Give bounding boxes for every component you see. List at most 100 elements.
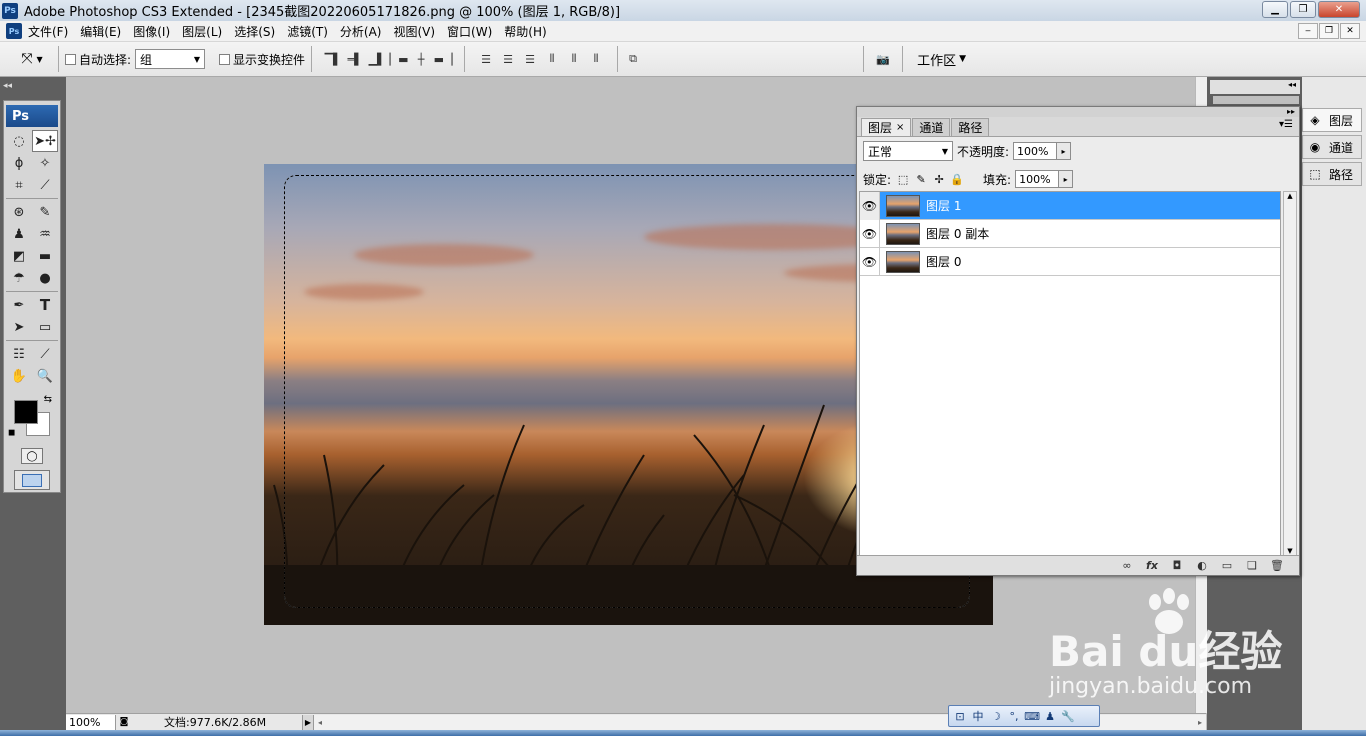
distribute-right-icon[interactable]: ⦀: [587, 50, 605, 68]
hand-tool-icon[interactable]: ✋: [6, 365, 32, 387]
bridge-icon[interactable]: 📷: [870, 50, 896, 68]
add-mask-icon[interactable]: ◘: [1169, 559, 1185, 573]
blend-mode-dropdown[interactable]: 正常 ▼: [863, 141, 953, 161]
zoom-field[interactable]: 100%: [66, 714, 116, 730]
crop-tool-icon[interactable]: ⌗: [6, 174, 32, 196]
gradient-tool-icon[interactable]: ▬: [32, 245, 58, 267]
new-group-icon[interactable]: ▭: [1219, 559, 1235, 573]
doc-minimize-button[interactable]: ‒: [1298, 23, 1318, 39]
distribute-top-icon[interactable]: ☰: [477, 50, 495, 68]
brush-tool-icon[interactable]: ✎: [32, 201, 58, 223]
ime-keyboard-icon[interactable]: ⌨: [1024, 708, 1040, 724]
dock-layers-button[interactable]: ◈ 图层: [1302, 108, 1362, 132]
quick-mask-icon[interactable]: ◯: [21, 448, 43, 464]
menu-image[interactable]: 图像(I): [127, 23, 176, 40]
distribute-left-icon[interactable]: ⦀: [543, 50, 561, 68]
slice-tool-icon[interactable]: ⟋: [32, 174, 58, 196]
path-select-icon[interactable]: ➤: [6, 316, 32, 338]
menu-file[interactable]: 文件(F): [22, 23, 74, 40]
scroll-right-icon[interactable]: ▸: [1198, 718, 1202, 727]
lasso-tool-icon[interactable]: ϕ: [6, 152, 32, 174]
lock-transparent-icon[interactable]: ⬚: [897, 173, 909, 186]
checkbox-box[interactable]: [219, 53, 231, 65]
align-bottom-icon[interactable]: ▁▌: [368, 50, 386, 68]
eraser-tool-icon[interactable]: ◩: [6, 245, 32, 267]
align-top-icon[interactable]: ▔▌: [324, 50, 342, 68]
menu-analysis[interactable]: 分析(A): [334, 23, 388, 40]
foreground-color[interactable]: [14, 400, 38, 424]
marquee-tool-icon[interactable]: ◌: [6, 130, 32, 152]
default-colors-icon[interactable]: ◼: [8, 428, 15, 438]
menu-select[interactable]: 选择(S): [228, 23, 281, 40]
status-bridge-icon[interactable]: ◙: [116, 715, 132, 730]
tab-paths[interactable]: 路径: [951, 118, 990, 136]
ime-tools-icon[interactable]: 🔧: [1061, 708, 1075, 724]
menu-window[interactable]: 窗口(W): [441, 23, 498, 40]
visibility-eye-icon[interactable]: 👁: [860, 219, 880, 248]
layer-style-icon[interactable]: fx: [1144, 559, 1160, 573]
layers-scrollbar[interactable]: ▲ ▼: [1283, 191, 1297, 556]
blur-tool-icon[interactable]: ☂: [6, 267, 32, 289]
layer-row[interactable]: 👁 图层 0 副本: [860, 219, 1280, 248]
doc-close-button[interactable]: ✕: [1340, 23, 1360, 39]
link-layers-icon[interactable]: ∞: [1119, 559, 1135, 573]
new-layer-icon[interactable]: ❏: [1244, 559, 1260, 573]
distribute-bottom-icon[interactable]: ☰: [521, 50, 539, 68]
menu-filter[interactable]: 滤镜(T): [281, 23, 334, 40]
scroll-down-icon[interactable]: ▼: [1287, 547, 1292, 555]
close-button[interactable]: ✕: [1318, 1, 1360, 18]
tab-layers[interactable]: 图层 ×: [861, 118, 912, 136]
ime-logo-icon[interactable]: ⊡: [953, 708, 967, 724]
align-hcenter-icon[interactable]: ┼: [412, 50, 430, 68]
layer-row[interactable]: 👁 图层 1: [860, 191, 1280, 220]
ime-language[interactable]: 中: [971, 708, 985, 724]
fill-slider-arrow-icon[interactable]: ▸: [1059, 170, 1074, 188]
menu-view[interactable]: 视图(V): [387, 23, 441, 40]
tab-channels[interactable]: 通道: [912, 118, 951, 136]
align-right-icon[interactable]: ▬▕: [434, 50, 453, 68]
menu-layer[interactable]: 图层(L): [176, 23, 228, 40]
ime-punct-icon[interactable]: °,: [1007, 708, 1021, 724]
document-icon[interactable]: Ps: [6, 23, 22, 39]
tool-preset-picker[interactable]: ⤧ ▼: [12, 45, 52, 73]
show-transform-checkbox[interactable]: 显示变换控件: [219, 51, 305, 68]
panel-collapse[interactable]: ▸▸: [857, 107, 1299, 117]
notes-tool-icon[interactable]: ☷: [6, 343, 32, 365]
checkbox-box[interactable]: [65, 53, 76, 65]
auto-select-checkbox[interactable]: 自动选择:: [65, 51, 131, 68]
toolbox-collapse[interactable]: ◂◂: [3, 81, 61, 95]
dock-paths-button[interactable]: ⬚ 路径: [1302, 162, 1362, 186]
maximize-button[interactable]: ❐: [1290, 1, 1316, 18]
delete-layer-icon[interactable]: 🗑: [1269, 559, 1285, 573]
auto-select-dropdown[interactable]: 组 ▼: [135, 49, 206, 69]
visibility-eye-icon[interactable]: 👁: [860, 191, 880, 220]
dock-channels-button[interactable]: ◉ 通道: [1302, 135, 1362, 159]
visibility-eye-icon[interactable]: 👁: [860, 247, 880, 276]
menu-edit[interactable]: 编辑(E): [74, 23, 127, 40]
spot-healing-icon[interactable]: ⊛: [6, 201, 32, 223]
lock-pixels-icon[interactable]: ✎: [915, 173, 927, 186]
move-tool-icon[interactable]: ➤✢: [32, 130, 58, 152]
adjustment-layer-icon[interactable]: ◐: [1194, 559, 1210, 573]
scroll-up-icon[interactable]: ▲: [1287, 192, 1292, 200]
lock-all-icon[interactable]: 🔒: [950, 173, 964, 186]
ime-moon-icon[interactable]: ☽: [989, 708, 1003, 724]
magic-wand-icon[interactable]: ✧: [32, 152, 58, 174]
scroll-left-icon[interactable]: ◂: [318, 718, 322, 727]
menu-help[interactable]: 帮助(H): [498, 23, 552, 40]
lock-position-icon[interactable]: ✢: [933, 173, 945, 186]
panel-menu-icon[interactable]: ▾☰: [1279, 119, 1293, 130]
shape-tool-icon[interactable]: ▭: [32, 316, 58, 338]
dock-collapse[interactable]: ◂◂: [1210, 80, 1300, 94]
fill-field[interactable]: 100%: [1015, 170, 1060, 188]
opacity-field[interactable]: 100%: [1013, 142, 1058, 160]
status-menu-arrow-icon[interactable]: ▶: [302, 714, 314, 730]
workspace-menu[interactable]: 工作区 ▼: [917, 50, 966, 69]
doc-restore-button[interactable]: ❐: [1319, 23, 1339, 39]
clone-stamp-icon[interactable]: ♟: [6, 223, 32, 245]
distribute-hcenter-icon[interactable]: ⦀: [565, 50, 583, 68]
layer-row[interactable]: 👁 图层 0: [860, 247, 1280, 276]
pen-tool-icon[interactable]: ✒: [6, 294, 32, 316]
ime-user-icon[interactable]: ♟: [1043, 708, 1057, 724]
zoom-tool-icon[interactable]: 🔍: [32, 365, 58, 387]
